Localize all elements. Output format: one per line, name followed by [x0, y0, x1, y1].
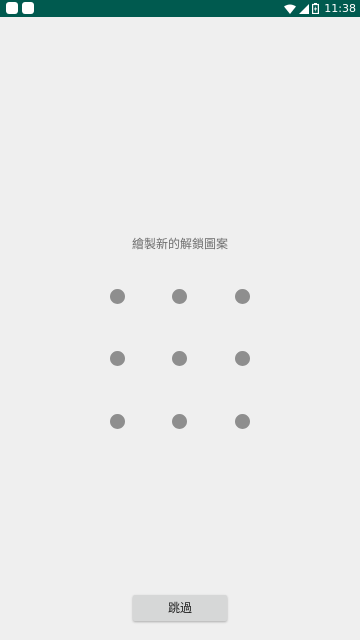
pattern-dot-5[interactable]	[172, 351, 187, 366]
status-bar: 11:38	[0, 0, 360, 17]
skip-button[interactable]: 跳過	[133, 595, 227, 621]
pattern-dot-6[interactable]	[234, 351, 250, 366]
pattern-dot-8[interactable]	[172, 413, 187, 429]
clock: 11:38	[324, 2, 356, 15]
pattern-dot-9[interactable]	[234, 413, 250, 429]
system-status-area: 11:38	[284, 0, 356, 17]
pattern-dot-3[interactable]	[234, 288, 250, 304]
battery-icon	[312, 3, 320, 14]
pattern-dot-1[interactable]	[109, 288, 125, 304]
notification-icon	[6, 2, 18, 14]
pattern-prompt: 繪製新的解鎖圖案	[131, 237, 228, 251]
notification-area	[6, 2, 34, 14]
pattern-dot-4[interactable]	[109, 351, 125, 366]
cell-signal-icon	[299, 3, 310, 14]
pattern-grid[interactable]	[86, 264, 274, 452]
pattern-dot-7[interactable]	[109, 413, 125, 429]
notification-icon	[22, 2, 34, 14]
screen: 11:38 繪製新的解鎖圖案 跳過	[0, 0, 360, 640]
pattern-dot-2[interactable]	[172, 288, 187, 304]
wifi-icon	[284, 4, 297, 14]
